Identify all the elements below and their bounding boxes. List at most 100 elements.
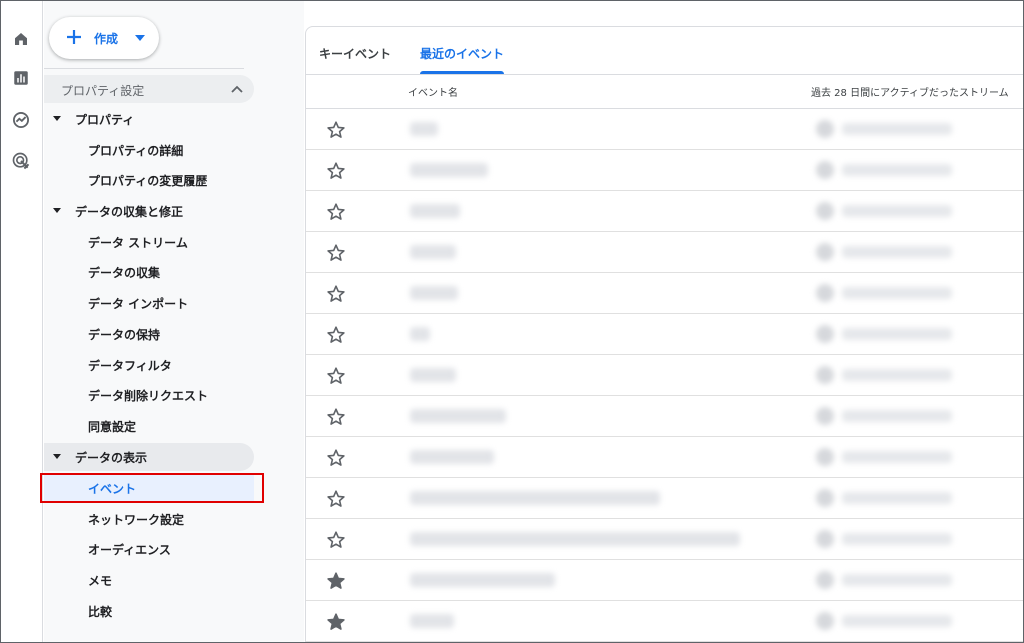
table-row[interactable] [306,273,1024,314]
advertising-icon[interactable] [10,150,32,172]
event-name-redacted [410,409,506,423]
explore-icon[interactable] [10,109,32,131]
star-outline-icon[interactable] [326,120,346,140]
nav-item-audiences[interactable]: オーディエンス [44,535,254,563]
nav-item-data-filters[interactable]: データフィルタ [44,351,254,379]
stream-icon-redacted [816,489,834,507]
stream-name-redacted [842,492,952,504]
nav-group-property[interactable]: プロパティ [44,105,254,133]
star-outline-icon[interactable] [326,489,346,509]
table-row[interactable] [306,232,1024,273]
stream-name-redacted [842,246,952,258]
event-name-redacted [410,573,555,587]
table-row[interactable] [306,191,1024,232]
event-name-redacted [410,204,460,218]
nav-item-label: プロパティの変更履歴 [88,174,208,188]
event-name-redacted [410,368,456,382]
nav-item-comparisons[interactable]: 比較 [44,597,254,625]
nav-item-property-details[interactable]: プロパティの詳細 [44,136,254,164]
active-tab-indicator [420,71,504,74]
star-outline-icon[interactable] [326,243,346,263]
tab-key-events[interactable]: キーイベント [319,45,391,62]
star-outline-icon[interactable] [326,366,346,386]
caret-down-icon [53,208,61,213]
star-filled-icon[interactable] [326,612,346,632]
nav-item-label: データ ストリーム [88,236,188,250]
nav-item-label: データフィルタ [88,359,172,373]
stream-name-redacted [842,369,952,381]
stream-icon-redacted [816,407,834,425]
stream-icon-redacted [816,161,834,179]
event-name-redacted [410,491,660,505]
stream-name-redacted [842,328,952,340]
star-outline-icon[interactable] [326,284,346,304]
event-name-redacted [410,450,494,464]
caret-down-icon [53,116,61,121]
table-row[interactable] [306,478,1024,519]
nav-item-data-streams[interactable]: データ ストリーム [44,228,254,256]
column-header-event-name[interactable]: イベント名 [408,84,458,99]
stream-icon-redacted [816,612,834,630]
table-row[interactable] [306,601,1024,642]
nav-item-property-change-history[interactable]: プロパティの変更履歴 [44,166,254,194]
chevron-up-icon [231,85,243,93]
table-row[interactable] [306,355,1024,396]
nav-item-data-collection[interactable]: データの収集 [44,258,254,286]
column-header-active-streams[interactable]: 過去 28 日間にアクティブだったストリーム [811,84,1009,99]
star-outline-icon[interactable] [326,407,346,427]
annotation-highlight-box [40,473,264,503]
table-row[interactable] [306,519,1024,560]
star-filled-icon[interactable] [326,571,346,591]
star-outline-icon[interactable] [326,448,346,468]
nav-item-label: データの保持 [88,328,161,342]
nav-item-data-retention[interactable]: データの保持 [44,320,254,348]
stream-icon-redacted [816,571,834,589]
star-outline-icon[interactable] [326,325,346,345]
table-row[interactable] [306,560,1024,601]
nav-item-consent-settings[interactable]: 同意設定 [44,412,254,440]
star-outline-icon[interactable] [326,202,346,222]
nav-item-label: ネットワーク設定 [88,513,185,527]
stream-name-redacted [842,410,952,422]
tab-recent-events[interactable]: 最近のイベント [420,45,504,62]
stream-name-redacted [842,615,952,627]
table-row[interactable] [306,314,1024,355]
event-name-redacted [410,327,430,341]
section-header-property-settings[interactable]: プロパティ設定 [44,75,254,103]
nav-item-label: データ削除リクエスト [88,389,209,403]
event-name-redacted [410,245,456,259]
nav-item-label: 同意設定 [88,420,137,434]
star-outline-icon[interactable] [326,530,346,550]
table-row[interactable] [306,396,1024,437]
nav-item-network-settings[interactable]: ネットワーク設定 [44,505,254,533]
nav-item-label: データの収集 [88,266,161,280]
table-row[interactable] [306,150,1024,191]
nav-item-data-import[interactable]: データ インポート [44,289,254,317]
nav-group-label: データの収集と修正 [75,205,184,219]
nav-group-label: データの表示 [75,451,148,465]
nav-group-data-collection[interactable]: データの収集と修正 [44,197,254,225]
event-name-redacted [410,286,458,300]
table-row[interactable] [306,437,1024,478]
events-card: キーイベント 最近のイベント イベント名 過去 28 日間にアクティブだったスト… [305,26,1024,643]
nav-group-data-display[interactable]: データの表示 [44,443,254,471]
stream-icon-redacted [816,366,834,384]
nav-item-notes[interactable]: メモ [44,566,254,594]
create-button[interactable]: 作成 [49,17,159,59]
stream-name-redacted [842,287,952,299]
event-name-redacted [410,163,488,177]
stream-icon-redacted [816,325,834,343]
create-button-label: 作成 [94,32,119,46]
caret-down-icon [135,35,145,41]
home-icon[interactable] [10,28,32,50]
reports-icon[interactable] [10,67,32,89]
section-title: プロパティ設定 [61,84,145,98]
stream-name-redacted [842,205,952,217]
star-outline-icon[interactable] [326,161,346,181]
nav-item-label: プロパティの詳細 [88,144,184,158]
nav-item-data-deletion-requests[interactable]: データ削除リクエスト [44,381,254,409]
stream-icon-redacted [816,120,834,138]
nav-item-label: オーディエンス [88,543,171,557]
left-rail [1,1,43,642]
table-row[interactable] [306,109,1024,150]
